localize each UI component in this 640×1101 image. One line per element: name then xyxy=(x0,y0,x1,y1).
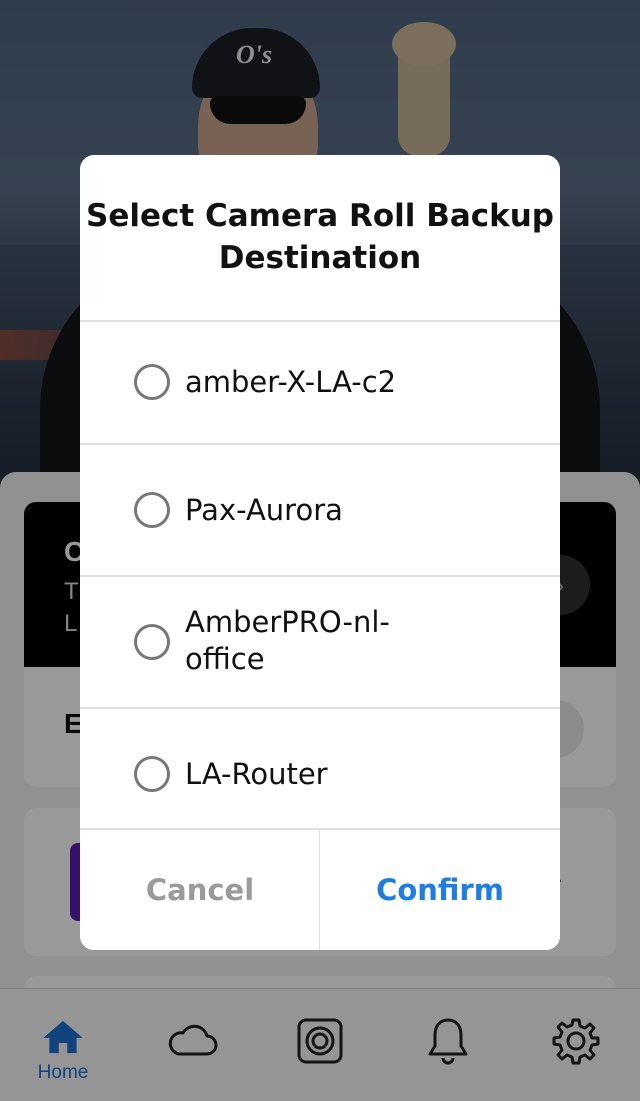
confirm-button[interactable]: Confirm xyxy=(320,830,560,950)
option-label: amber-X-LA-c2 xyxy=(185,365,397,399)
radio-button[interactable] xyxy=(134,492,170,528)
option-amber-x-la-c2[interactable]: amber-X-LA-c2 xyxy=(80,322,560,443)
option-la-router[interactable]: LA-Router xyxy=(80,709,560,829)
option-pax-aurora[interactable]: Pax-Aurora xyxy=(80,445,560,575)
radio-button[interactable] xyxy=(134,364,170,400)
radio-button[interactable] xyxy=(134,756,170,792)
option-label: AmberPRO-nl-office xyxy=(185,605,390,676)
dialog-actions: Cancel Confirm xyxy=(80,830,560,950)
option-amberpro-nl-office[interactable]: AmberPRO-nl-office xyxy=(80,577,560,707)
radio-button[interactable] xyxy=(134,624,170,660)
backup-destination-dialog: Select Camera Roll Backup Destination am… xyxy=(80,155,560,950)
option-label: Pax-Aurora xyxy=(185,493,343,527)
cancel-button[interactable]: Cancel xyxy=(80,830,320,950)
option-label: LA-Router xyxy=(185,757,328,791)
dialog-title: Select Camera Roll Backup Destination xyxy=(86,198,554,276)
